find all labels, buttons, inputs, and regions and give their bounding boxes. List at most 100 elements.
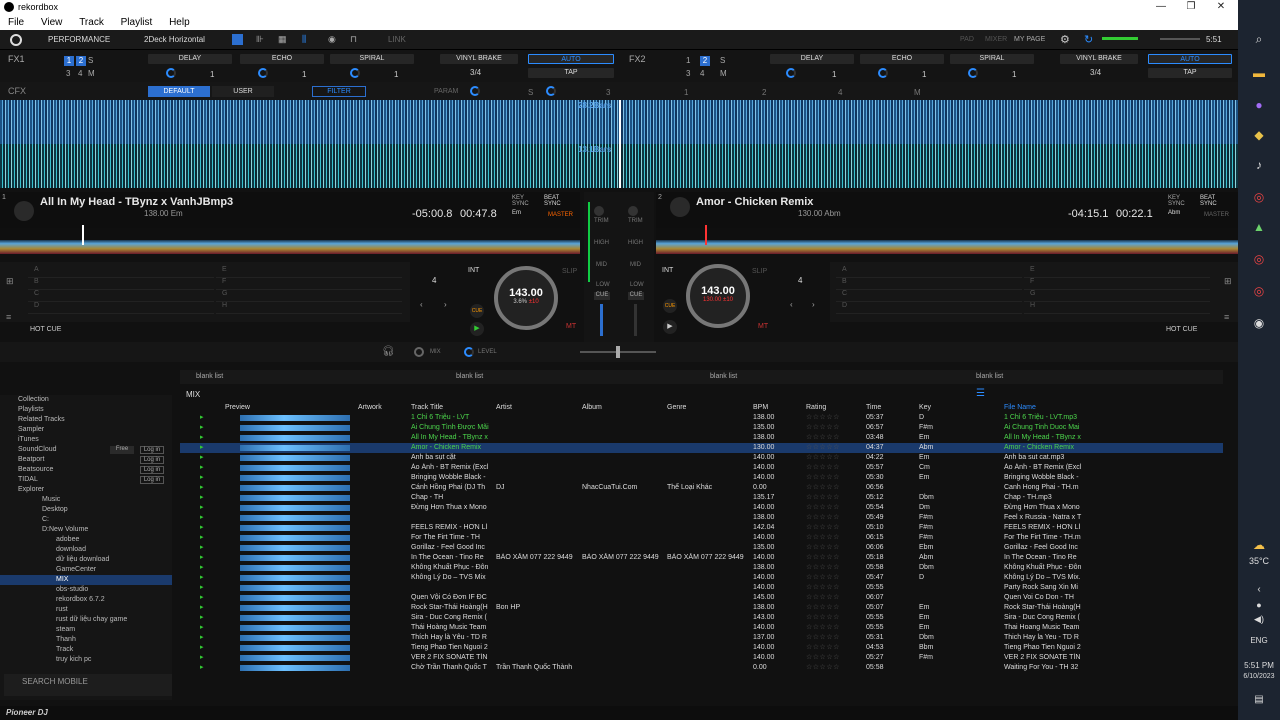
- table-row[interactable]: ▸ Không Khuất Phục - Đôn 138.00 05:58 Dbm Khô…: [180, 563, 1223, 573]
- sampler-icon[interactable]: ⊪: [256, 34, 264, 45]
- deck1-loop-back-button[interactable]: ‹: [420, 300, 423, 309]
- row-preview-waveform[interactable]: [240, 415, 350, 421]
- deck2-overview-waveform[interactable]: [656, 228, 1238, 254]
- playlist-tab-3[interactable]: blank list: [710, 373, 737, 380]
- tree-track[interactable]: Track: [0, 645, 172, 655]
- tree-thanh[interactable]: Thanh: [0, 635, 172, 645]
- tree-related-tracks[interactable]: Related Tracks: [0, 415, 172, 425]
- row-preview-waveform[interactable]: [240, 615, 350, 621]
- rating-stars[interactable]: ☆☆☆☆☆: [806, 443, 840, 453]
- layout-select[interactable]: 2Deck Horizontal: [144, 35, 205, 44]
- deck2-slip-button[interactable]: SLIP: [752, 268, 767, 275]
- deck2-cue-button[interactable]: CUE: [663, 299, 677, 313]
- android-icon[interactable]: ▲: [1238, 210, 1280, 244]
- table-row[interactable]: ▸ Amor - Chicken Remix 130.00 04:37 Abm Amor …: [180, 443, 1223, 453]
- deck1-pad-h[interactable]: H: [216, 302, 402, 314]
- table-row[interactable]: ▸ Thái Hoàng Music Team 140.00 05:55 Em Thai …: [180, 623, 1223, 633]
- table-row[interactable]: ▸ Áo Ánh - BT Remix (Excl 140.00 05:57 Cm Áo …: [180, 463, 1223, 473]
- rating-stars[interactable]: ☆☆☆☆☆: [806, 453, 840, 463]
- fx1-tap-button[interactable]: TAP: [528, 68, 614, 78]
- rating-stars[interactable]: ☆☆☆☆☆: [806, 573, 840, 583]
- row-preview-waveform[interactable]: [240, 665, 350, 671]
- tree-rekordbox[interactable]: rekordbox 6.7.2: [0, 595, 172, 605]
- menu-view[interactable]: View: [41, 15, 63, 30]
- fx2-sampler-button[interactable]: S: [720, 56, 725, 65]
- system-time[interactable]: 5:51 PM: [1238, 661, 1280, 670]
- deck2-mt-button[interactable]: MT: [758, 323, 768, 330]
- search-mobile-button[interactable]: SEARCH MOBILE: [4, 674, 172, 696]
- col-track-title[interactable]: Track Title: [411, 403, 443, 413]
- rating-stars[interactable]: ☆☆☆☆☆: [806, 633, 840, 643]
- col-key[interactable]: Key: [919, 403, 931, 413]
- table-row[interactable]: ▸ Chờ Trần Thanh Quốc T Trần Thanh Quốc Th…: [180, 663, 1223, 673]
- deck2-pad-h[interactable]: H: [1024, 302, 1210, 314]
- tree-rust-du-lieu[interactable]: rust dữ liệu chay game: [0, 615, 172, 625]
- grid-icon[interactable]: ▦: [278, 34, 287, 45]
- fx2-auto-button[interactable]: AUTO: [1148, 54, 1232, 64]
- tree-sampler[interactable]: Sampler: [0, 425, 172, 435]
- rating-stars[interactable]: ☆☆☆☆☆: [806, 473, 840, 483]
- deck2-hot-cue-select[interactable]: HOT CUE: [1166, 326, 1197, 333]
- row-preview-waveform[interactable]: [240, 445, 350, 451]
- table-row[interactable]: ▸ Chap - TH 135.17 05:12 Dbm Chap - TH.mp3 ☆☆☆…: [180, 493, 1223, 503]
- tree-obs-studio[interactable]: obs-studio: [0, 585, 172, 595]
- fx-panel-icon[interactable]: [232, 34, 243, 45]
- deck1-pad-menu-icon[interactable]: ≡: [6, 312, 11, 322]
- table-row[interactable]: ▸ Ai Chung Tình Được Mãi 135.00 06:57 F#m Ai …: [180, 423, 1223, 433]
- cfx-default-button[interactable]: DEFAULT: [148, 86, 210, 97]
- table-row[interactable]: ▸ Bringing Wobble Black - 140.00 05:30 Em Bri…: [180, 473, 1223, 483]
- table-row[interactable]: ▸ FEELS REMIX - HƠN LÌ 142.04 05:10 F#m FEELS…: [180, 523, 1223, 533]
- fx2-slot3-knob[interactable]: [968, 68, 978, 78]
- tiktok-icon[interactable]: ♪: [1238, 148, 1280, 182]
- list-view-icon[interactable]: ☰: [976, 388, 985, 399]
- cfx-user-button[interactable]: USER: [212, 86, 274, 97]
- fx1-slot2-select[interactable]: ECHO: [240, 54, 324, 64]
- deck1-mt-button[interactable]: MT: [566, 323, 576, 330]
- menu-help[interactable]: Help: [169, 15, 190, 30]
- messenger-icon[interactable]: ●: [1238, 88, 1280, 122]
- row-preview-waveform[interactable]: [240, 505, 350, 511]
- row-preview-waveform[interactable]: [240, 465, 350, 471]
- tree-itunes[interactable]: iTunes: [0, 435, 172, 445]
- row-preview-waveform[interactable]: [240, 625, 350, 631]
- deck2-play-button[interactable]: ▶: [663, 320, 677, 334]
- rating-stars[interactable]: ☆☆☆☆☆: [806, 603, 840, 613]
- col-rating[interactable]: Rating: [806, 403, 826, 413]
- headphones-level-knob[interactable]: [464, 347, 474, 357]
- ch2-cue-button[interactable]: CUE: [628, 292, 644, 300]
- deck1-pad-e[interactable]: E: [216, 266, 402, 278]
- deck1-int-button[interactable]: INT: [468, 267, 479, 274]
- row-preview-waveform[interactable]: [240, 475, 350, 481]
- fx2-deck1-button[interactable]: 1: [686, 56, 690, 65]
- col-genre[interactable]: Genre: [667, 403, 686, 413]
- deck2-pad-b[interactable]: B: [836, 278, 1022, 290]
- beatport-login-button[interactable]: Log in: [140, 456, 164, 464]
- fx2-slot3-select[interactable]: SPIRAL: [950, 54, 1034, 64]
- row-preview-waveform[interactable]: [240, 595, 350, 601]
- minimize-button[interactable]: —: [1146, 0, 1176, 15]
- deck1-beat-sync-button[interactable]: BEAT SYNC: [544, 195, 564, 207]
- microphone-icon[interactable]: ●: [1238, 600, 1280, 610]
- rekordbox-menu-icon[interactable]: [10, 34, 22, 46]
- fx1-deck1-button[interactable]: 1: [64, 56, 74, 66]
- deck2-pad-menu-icon[interactable]: ≡: [1224, 312, 1229, 322]
- playlist-tab-4[interactable]: blank list: [976, 373, 1003, 380]
- row-preview-waveform[interactable]: [240, 525, 350, 531]
- tree-rust[interactable]: rust: [0, 605, 172, 615]
- row-preview-waveform[interactable]: [240, 515, 350, 521]
- ch1-trim-knob[interactable]: [594, 206, 604, 216]
- col-artist[interactable]: Artist: [496, 403, 512, 413]
- fx1-beat-fx-select[interactable]: VINYL BRAKE: [440, 54, 518, 64]
- deck1-hot-cue-select[interactable]: HOT CUE: [30, 326, 61, 333]
- tree-download[interactable]: download: [0, 545, 172, 555]
- tree-c-drive[interactable]: C:: [0, 515, 172, 525]
- tree-explorer[interactable]: Explorer: [0, 485, 172, 495]
- table-row[interactable]: ▸ 1 Chỉ 6 Triệu - LVT 138.00 05:37 D 1 Chỉ 6 …: [180, 413, 1223, 423]
- rating-stars[interactable]: ☆☆☆☆☆: [806, 433, 840, 443]
- mixer-button[interactable]: MIXER: [985, 36, 1007, 43]
- tree-steam[interactable]: steam: [0, 625, 172, 635]
- tree-collection[interactable]: Collection: [0, 395, 172, 405]
- deck1-overview-waveform[interactable]: [0, 228, 580, 254]
- rating-stars[interactable]: ☆☆☆☆☆: [806, 523, 840, 533]
- row-preview-waveform[interactable]: [240, 585, 350, 591]
